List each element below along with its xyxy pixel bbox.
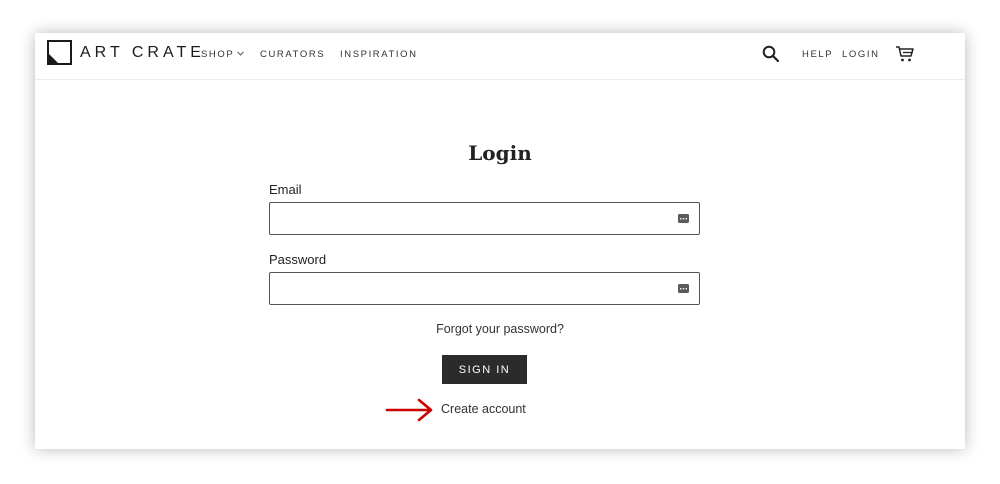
chevron-down-icon	[237, 51, 245, 56]
search-icon[interactable]	[762, 45, 779, 62]
page-title: Login	[468, 141, 532, 165]
password-field[interactable]	[270, 273, 699, 304]
password-field-wrapper[interactable]	[269, 272, 700, 305]
sign-in-button[interactable]: SIGN IN	[442, 355, 527, 384]
annotation-arrow-icon	[385, 398, 433, 422]
nav-shop[interactable]: SHOP	[201, 49, 245, 60]
browser-page: ART CRATE SHOP CURATORS INSPIRATION HELP…	[35, 33, 965, 449]
email-field[interactable]	[270, 203, 699, 234]
brand-name[interactable]: ART CRATE	[80, 44, 205, 62]
forgot-password-link[interactable]: Forgot your password?	[35, 322, 965, 336]
nav-curators[interactable]: CURATORS	[260, 49, 325, 60]
nav-help[interactable]: HELP	[802, 49, 833, 60]
nav-shop-label: SHOP	[201, 49, 235, 60]
email-field-wrapper[interactable]	[269, 202, 700, 235]
password-manager-key-icon[interactable]	[678, 284, 689, 293]
top-navbar: ART CRATE SHOP CURATORS INSPIRATION HELP…	[35, 33, 965, 80]
nav-inspiration[interactable]: INSPIRATION	[340, 49, 418, 60]
nav-login[interactable]: LOGIN	[842, 49, 880, 60]
password-manager-key-icon[interactable]	[678, 214, 689, 223]
cart-icon[interactable]	[895, 45, 915, 63]
create-account-link[interactable]: Create account	[441, 402, 526, 416]
email-label: Email	[269, 182, 302, 197]
password-label: Password	[269, 252, 327, 267]
art-crate-logo-icon[interactable]	[47, 40, 72, 65]
